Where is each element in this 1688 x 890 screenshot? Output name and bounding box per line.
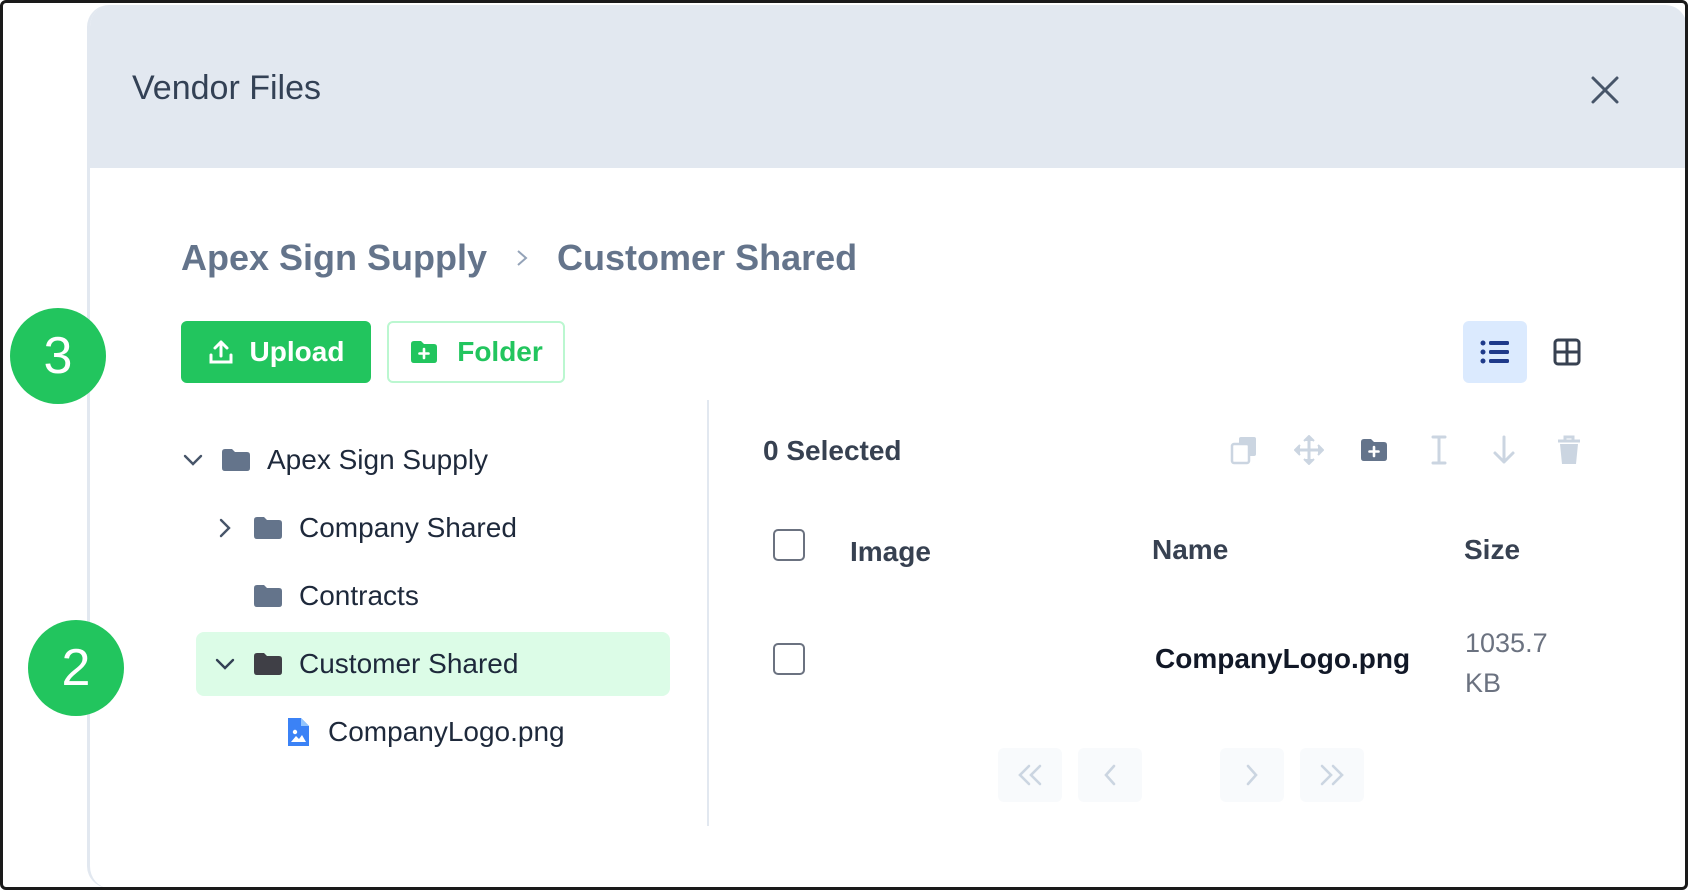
rename-icon[interactable] (1422, 433, 1456, 467)
chevrons-right-icon (1320, 764, 1344, 786)
select-all-checkbox[interactable] (773, 529, 805, 561)
modal-header: Vendor Files (90, 5, 1685, 168)
upload-button[interactable]: Upload (181, 321, 371, 383)
tree-item-label: Customer Shared (299, 648, 519, 679)
move-icon[interactable] (1292, 433, 1326, 467)
trash-icon[interactable] (1552, 433, 1586, 467)
tree-item-label: Apex Sign Supply (267, 444, 489, 475)
tree-item-apex-sign-supply[interactable]: Apex Sign Supply (181, 429, 488, 491)
download-icon[interactable] (1487, 433, 1521, 467)
tree-item-label: Company Shared (299, 512, 517, 543)
tree-item-label: Contracts (299, 580, 419, 611)
list-icon (1480, 340, 1509, 364)
chevron-right-icon[interactable] (213, 516, 237, 540)
folder-open-icon (254, 653, 282, 675)
next-page-button[interactable] (1220, 748, 1284, 802)
last-page-button[interactable] (1300, 748, 1364, 802)
selected-count: 0 Selected (763, 435, 902, 466)
modal-title: Vendor Files (132, 69, 321, 107)
folder-plus-icon (411, 341, 438, 363)
breadcrumb: Apex Sign Supply Customer Shared (181, 237, 857, 279)
folder-icon (254, 585, 282, 607)
screenshot-frame: Vendor Files Apex Sign Supply Customer S… (0, 0, 1688, 890)
grid-icon (1553, 338, 1581, 366)
tree-item-label: CompanyLogo.png (328, 716, 565, 747)
first-page-button[interactable] (998, 748, 1062, 802)
folder-icon (254, 517, 282, 539)
step-badge-2: 2 (28, 620, 124, 716)
chevron-right-icon (1246, 764, 1258, 786)
file-size-cell: 1035.7 KB (1465, 628, 1548, 698)
chevrons-left-icon (1018, 764, 1042, 786)
image-file-icon (288, 718, 309, 746)
chevron-left-icon (1104, 764, 1116, 786)
copy-icon[interactable] (1227, 433, 1261, 467)
breadcrumb-item-root[interactable]: Apex Sign Supply (181, 237, 487, 279)
row-checkbox[interactable] (773, 643, 805, 675)
tree-item-contracts[interactable]: Contracts (253, 565, 419, 627)
file-name-cell[interactable]: CompanyLogo.png (1155, 643, 1410, 675)
list-view-toggle[interactable] (1463, 321, 1527, 383)
column-header-size[interactable]: Size (1464, 534, 1520, 566)
prev-page-button[interactable] (1078, 748, 1142, 802)
upload-icon (209, 340, 233, 364)
column-header-image[interactable]: Image (850, 536, 931, 568)
close-icon[interactable] (1588, 73, 1622, 107)
chevron-down-icon[interactable] (213, 652, 237, 676)
tree-item-companylogo-png[interactable]: CompanyLogo.png (286, 701, 565, 763)
vendor-files-modal: Vendor Files Apex Sign Supply Customer S… (87, 5, 1685, 887)
new-folder-icon[interactable] (1357, 433, 1391, 467)
new-folder-button[interactable]: Folder (387, 321, 565, 383)
tree-item-customer-shared[interactable]: Customer Shared (213, 633, 518, 695)
chevron-right-icon (517, 250, 528, 266)
breadcrumb-item-current[interactable]: Customer Shared (557, 237, 857, 279)
panel-divider (707, 400, 709, 826)
grid-view-toggle[interactable] (1535, 321, 1599, 383)
column-header-name[interactable]: Name (1152, 534, 1228, 566)
step-badge-3: 3 (10, 308, 106, 404)
chevron-down-icon[interactable] (181, 448, 205, 472)
tree-item-company-shared[interactable]: Company Shared (213, 497, 517, 559)
upload-label: Upload (249, 336, 345, 367)
folder-label: Folder (457, 336, 543, 367)
folder-icon (222, 449, 250, 471)
